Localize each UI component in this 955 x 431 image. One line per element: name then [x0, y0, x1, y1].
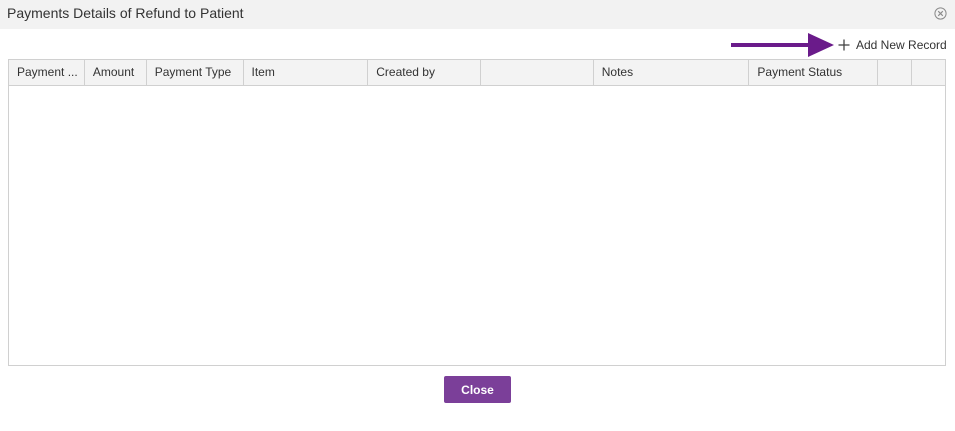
column-header-created-by[interactable]: Created by [368, 60, 481, 85]
column-header-item[interactable]: Item [244, 60, 369, 85]
plus-icon [838, 39, 850, 51]
column-header-action-2[interactable] [912, 60, 945, 85]
column-header-payment-type[interactable]: Payment Type [147, 60, 244, 85]
column-header-notes[interactable]: Notes [594, 60, 750, 85]
payments-dialog: Payments Details of Refund to Patient Ad… [0, 0, 955, 431]
payments-grid: Payment ... Amount Payment Type Item Cre… [8, 59, 946, 366]
dialog-title: Payments Details of Refund to Patient [7, 5, 244, 21]
column-header-amount[interactable]: Amount [85, 60, 147, 85]
grid-header: Payment ... Amount Payment Type Item Cre… [9, 60, 945, 86]
column-header-payment[interactable]: Payment ... [9, 60, 85, 85]
close-circle-icon[interactable] [934, 7, 947, 20]
dialog-titlebar: Payments Details of Refund to Patient [0, 0, 955, 29]
close-button[interactable]: Close [444, 376, 511, 403]
column-header-action-1[interactable] [878, 60, 913, 85]
column-header-payment-status[interactable]: Payment Status [749, 60, 879, 85]
add-new-record-button[interactable]: Add New Record [838, 36, 947, 54]
add-new-record-label: Add New Record [856, 38, 947, 52]
arrow-right-icon [731, 33, 834, 57]
column-header-blank[interactable] [481, 60, 594, 85]
